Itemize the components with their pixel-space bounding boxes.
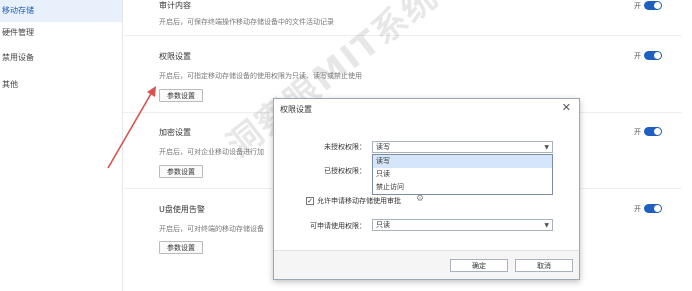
dropdown-option-read-write[interactable]: 读写	[373, 155, 552, 168]
apply-permission-label: 可申请使用权限：	[310, 222, 366, 230]
unauth-permission-value: 读写	[376, 143, 390, 151]
cancel-button[interactable]: 取消	[515, 259, 573, 272]
allow-apply-checkbox-label: 允许申请移动存储使用审批	[317, 197, 401, 205]
dropdown-option-read-only[interactable]: 只读	[373, 168, 552, 181]
dialog-footer: 确定 取消	[274, 250, 579, 279]
permission-dropdown-list: 读写 只读 禁止访问	[372, 154, 553, 195]
apply-permission-value: 只读	[376, 221, 390, 229]
chevron-down-icon[interactable]: ▼	[544, 220, 549, 231]
unauth-permission-label: 未授权权限：	[324, 143, 366, 151]
auth-permission-label: 已授权权限：	[324, 167, 366, 175]
apply-permission-select[interactable]: 只读 ▼	[372, 219, 553, 231]
dialog-title: 权限设置	[280, 105, 312, 114]
dropdown-option-no-access[interactable]: 禁止访问	[373, 181, 552, 194]
unauth-permission-select[interactable]: 读写 ▼	[372, 141, 553, 153]
ok-button[interactable]: 确定	[450, 259, 508, 272]
permission-settings-dialog: 权限设置 ✕ 未授权权限： 读写 ▼ 已授权权限： 读写 只读 禁止访问 ✓ 允…	[273, 98, 580, 280]
chevron-down-icon[interactable]: ▼	[544, 142, 549, 153]
gear-icon[interactable]: ⚙	[416, 194, 424, 204]
allow-apply-checkbox[interactable]: ✓	[306, 197, 314, 205]
close-icon[interactable]: ✕	[562, 101, 571, 114]
